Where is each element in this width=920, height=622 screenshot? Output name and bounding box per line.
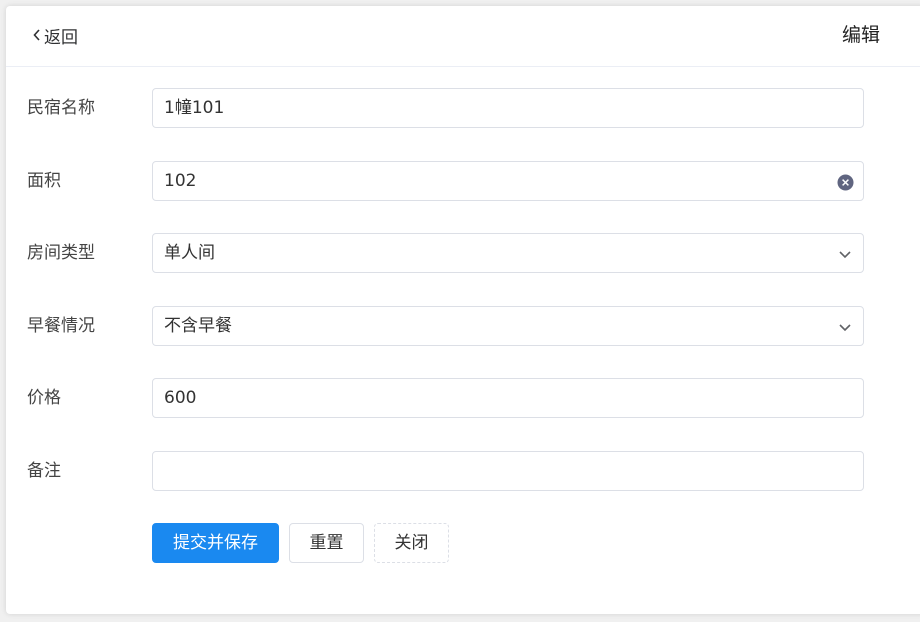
back-button[interactable]: 返回 xyxy=(30,22,78,48)
form-row-remark: 备注 xyxy=(6,451,920,491)
name-input[interactable]: 1幢101 xyxy=(152,88,864,128)
room-type-label: 房间类型 xyxy=(27,243,95,263)
form-row-breakfast: 早餐情况 不含早餐 xyxy=(6,306,920,346)
breakfast-label: 早餐情况 xyxy=(27,316,95,336)
back-label: 返回 xyxy=(44,27,78,48)
form-row-name: 民宿名称 1幢101 xyxy=(6,88,920,128)
clear-circle-icon[interactable] xyxy=(836,173,854,191)
page-header: 返回 编辑 xyxy=(6,6,920,67)
chevron-left-icon xyxy=(30,22,44,48)
edit-form-card: 返回 编辑 民宿名称 1幢101 面积 102 房间类型 单人间 早餐情况 不含… xyxy=(6,6,920,614)
form-row-area: 面积 102 xyxy=(6,161,920,201)
chevron-down-icon xyxy=(836,245,854,263)
reset-button[interactable]: 重置 xyxy=(289,523,364,563)
price-value: 600 xyxy=(164,388,197,408)
room-type-select[interactable]: 单人间 xyxy=(152,233,864,273)
submit-save-button[interactable]: 提交并保存 xyxy=(152,523,279,563)
name-label: 民宿名称 xyxy=(27,98,95,118)
area-input[interactable]: 102 xyxy=(152,161,864,201)
area-label: 面积 xyxy=(27,171,61,191)
breakfast-select[interactable]: 不含早餐 xyxy=(152,306,864,346)
close-button[interactable]: 关闭 xyxy=(374,523,449,563)
room-type-value: 单人间 xyxy=(164,243,215,263)
breakfast-value: 不含早餐 xyxy=(164,316,232,336)
price-input[interactable]: 600 xyxy=(152,378,864,418)
chevron-down-icon xyxy=(836,318,854,336)
area-value: 102 xyxy=(164,171,197,191)
remark-input[interactable] xyxy=(152,451,864,491)
name-value: 1幢101 xyxy=(164,98,225,118)
remark-label: 备注 xyxy=(27,461,61,481)
form-row-room-type: 房间类型 单人间 xyxy=(6,233,920,273)
page-title: 编辑 xyxy=(841,24,880,46)
form-row-price: 价格 600 xyxy=(6,378,920,418)
price-label: 价格 xyxy=(27,388,61,408)
